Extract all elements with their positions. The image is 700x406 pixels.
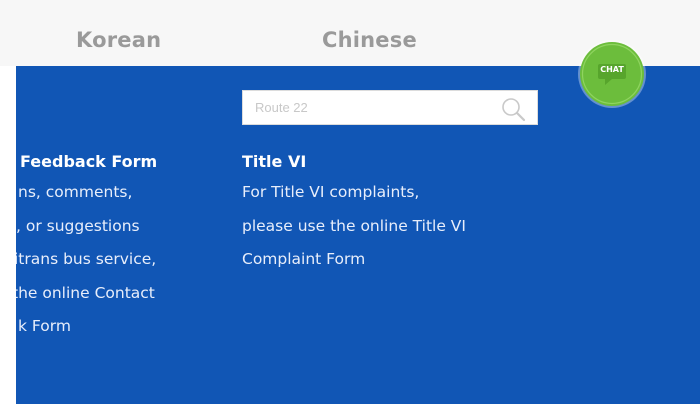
feedback-heading: Feedback Form bbox=[0, 150, 200, 174]
left-edge bbox=[0, 66, 16, 406]
feedback-line-2: , or suggestions bbox=[16, 216, 140, 235]
language-link-chinese[interactable]: Chinese bbox=[322, 28, 417, 52]
feedback-line-3: itrans bus service, bbox=[14, 250, 157, 268]
title-vi-line-1: For Title VI complaints, bbox=[242, 183, 420, 201]
chat-bubble-icon bbox=[578, 40, 646, 108]
route-search-box bbox=[242, 90, 538, 125]
route-search-input[interactable] bbox=[243, 91, 505, 124]
title-vi-heading: Title VI bbox=[242, 152, 307, 171]
chat-button[interactable]: CHAT bbox=[576, 38, 648, 110]
title-vi-section: Title VI For Title VI complaints, please… bbox=[242, 150, 542, 277]
feedback-body: ns, comments, , or suggestions itrans bu… bbox=[0, 176, 200, 344]
title-vi-line-3[interactable]: Complaint Form bbox=[242, 243, 542, 277]
language-link-korean[interactable]: Korean bbox=[76, 28, 161, 52]
feedback-section: Feedback Form ns, comments, , or suggest… bbox=[0, 150, 200, 344]
feedback-heading-text: Feedback Form bbox=[20, 152, 158, 171]
title-vi-body: For Title VI complaints, please use the … bbox=[242, 176, 542, 277]
page: Korean Chinese Feedback Form ns, comment… bbox=[0, 0, 700, 406]
feedback-line-5[interactable]: k Form bbox=[18, 310, 200, 344]
feedback-line-4[interactable]: the online Contact bbox=[12, 277, 200, 311]
search-icon[interactable] bbox=[499, 95, 527, 123]
title-vi-line-2[interactable]: please use the online Title VI bbox=[242, 210, 542, 244]
feedback-line-1: ns, comments, bbox=[18, 183, 133, 201]
